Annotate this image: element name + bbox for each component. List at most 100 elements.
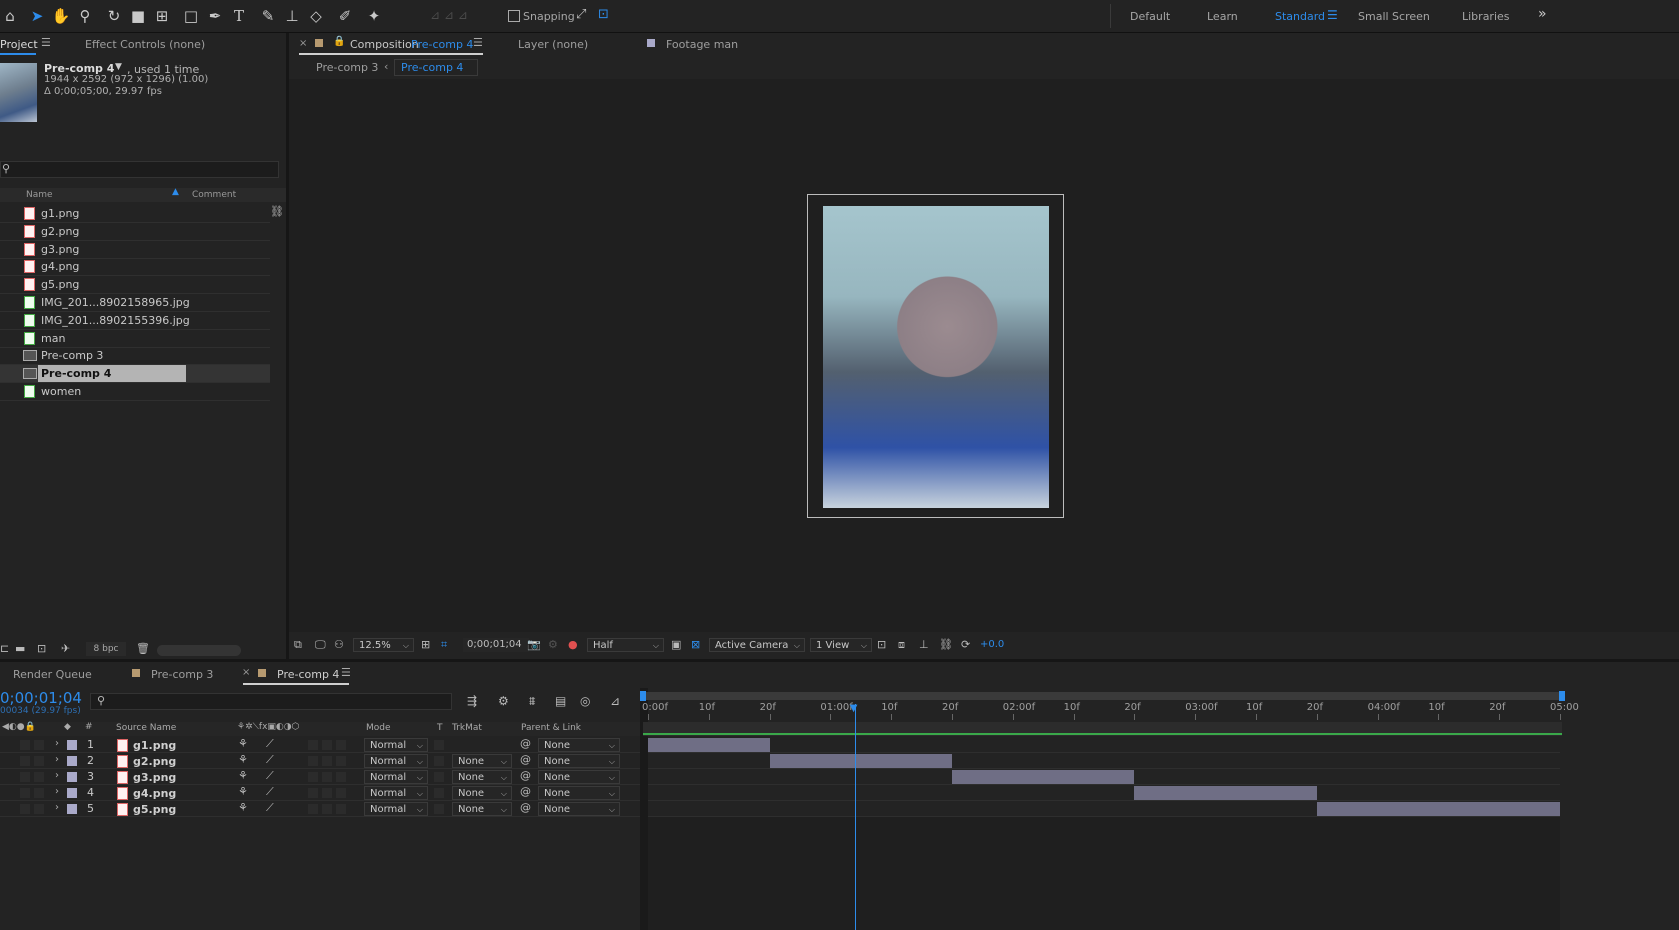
channel-icon[interactable]: ● xyxy=(568,638,578,651)
trash-icon[interactable]: 🗑 xyxy=(136,642,150,655)
monitor-icon[interactable]: 🖵 xyxy=(315,638,326,652)
layer-duration-bar[interactable] xyxy=(1316,802,1560,816)
hand-tool-icon[interactable]: ✋ xyxy=(51,6,71,26)
solo-switch[interactable] xyxy=(34,804,44,814)
layer-name[interactable]: g4.png xyxy=(133,787,176,800)
timeline-search-input[interactable]: ⚲ xyxy=(90,693,452,710)
work-area-bar[interactable] xyxy=(643,722,1562,736)
more-workspaces-icon[interactable]: » xyxy=(1538,6,1547,22)
project-menu-icon[interactable]: ☰ xyxy=(41,36,51,49)
preserve-transparency-switch[interactable] xyxy=(434,788,444,798)
adjustment-switch[interactable] xyxy=(322,804,332,814)
layer-name[interactable]: g3.png xyxy=(133,771,176,784)
shy-switch-icon[interactable]: ⚘ xyxy=(238,753,248,766)
layer-duration-bar[interactable] xyxy=(769,754,952,768)
parent-dropdown[interactable]: None ⌵ xyxy=(538,754,620,768)
fast-previews-icon[interactable]: ⧈ xyxy=(898,638,905,652)
close-timeline-tab-icon[interactable]: × xyxy=(242,667,250,678)
table-row[interactable]: › 3 g3.png ⚘ ⟋ Normal ⌵ None ⌵ @ None ⌵ xyxy=(0,769,640,785)
solo-switch[interactable] xyxy=(34,740,44,750)
view-layout-dropdown[interactable]: 1 View ⌵ xyxy=(810,638,872,652)
solo-switch[interactable] xyxy=(34,772,44,782)
parent-dropdown[interactable]: None ⌵ xyxy=(538,738,620,752)
adjustment-switch[interactable] xyxy=(322,772,332,782)
resolution-dropdown[interactable]: Half ⌵ xyxy=(587,638,664,652)
pan-behind-tool-icon[interactable]: ⊞ xyxy=(152,6,172,26)
shy-switch-icon[interactable]: ⚘ xyxy=(238,769,248,782)
column-comment[interactable]: Comment xyxy=(192,190,236,200)
layer-name[interactable]: g1.png xyxy=(133,739,176,752)
trkmat-dropdown[interactable]: None ⌵ xyxy=(452,754,512,768)
layer-mode-dropdown[interactable]: Normal ⌵ xyxy=(364,754,428,768)
comp-viewer[interactable] xyxy=(289,79,1679,632)
time-navigator[interactable] xyxy=(640,691,1565,701)
layer-name[interactable]: g2.png xyxy=(133,755,176,768)
source-name-column[interactable]: Source Name xyxy=(116,723,176,733)
home-icon[interactable]: ⌂ xyxy=(0,6,20,26)
playhead-handle-icon[interactable]: ▼ xyxy=(850,704,858,714)
layer-mode-dropdown[interactable]: Normal ⌵ xyxy=(364,786,428,800)
selection-tool-icon[interactable]: ➤ xyxy=(27,6,47,26)
table-row[interactable]: › 5 g5.png ⚘ ⟋ Normal ⌵ None ⌵ @ None ⌵ xyxy=(0,801,640,817)
layer-label-color[interactable] xyxy=(67,740,77,750)
quality-switch-icon[interactable]: ⟋ xyxy=(266,737,274,751)
navigator-end-handle[interactable] xyxy=(1559,691,1565,701)
list-item[interactable]: man xyxy=(0,330,270,348)
timeline-current-time[interactable]: 0;00;01;04 xyxy=(0,689,82,707)
solo-switch[interactable] xyxy=(34,788,44,798)
expand-layer-icon[interactable]: › xyxy=(55,754,59,765)
flowchart-view-icon[interactable]: ⛓ xyxy=(939,638,953,651)
layer-name[interactable]: g5.png xyxy=(133,803,176,816)
fit-icon[interactable]: ⊞ xyxy=(421,638,430,651)
adjust-project-icon[interactable]: ✈ xyxy=(61,642,70,655)
workspace-menu-icon[interactable]: ☰ xyxy=(1327,8,1338,22)
new-folder-icon[interactable]: ▬ xyxy=(15,642,25,655)
thumbnail-zoom-slider[interactable] xyxy=(157,645,241,656)
table-row[interactable]: › 2 g2.png ⚘ ⟋ Normal ⌵ None ⌵ @ None ⌵ xyxy=(0,753,640,769)
tab-render-queue[interactable]: Render Queue xyxy=(13,668,92,681)
motion-blur-switch[interactable] xyxy=(308,756,318,766)
puppet-pin-tool-icon[interactable]: ✦ xyxy=(364,6,384,26)
adjustment-switch[interactable] xyxy=(322,788,332,798)
show-snapshot-icon[interactable]: ⚙ xyxy=(548,638,558,651)
mode-column[interactable]: Mode xyxy=(366,723,391,733)
list-item[interactable]: IMG_201...8902158965.jpg xyxy=(0,294,270,312)
3d-switch[interactable] xyxy=(336,788,346,798)
comp-mini-flowchart-icon[interactable]: ⇶ xyxy=(467,694,477,708)
pick-whip-icon[interactable]: @ xyxy=(520,737,531,750)
video-switch[interactable] xyxy=(20,788,30,798)
video-switch[interactable] xyxy=(20,756,30,766)
snap-feature-icon[interactable]: ⤢ xyxy=(576,7,586,22)
rectangle-tool-icon[interactable]: □ xyxy=(181,6,201,26)
tab-composition-label[interactable]: Composition xyxy=(350,38,419,51)
clone-stamp-tool-icon[interactable]: ⊥ xyxy=(282,6,302,26)
list-item[interactable]: women xyxy=(0,383,270,401)
video-switch[interactable] xyxy=(20,804,30,814)
motion-blur-switch[interactable] xyxy=(308,788,318,798)
mask-visibility-icon[interactable]: ⚇ xyxy=(334,638,344,651)
project-search-input[interactable]: ⚲ xyxy=(0,161,279,178)
3d-switch[interactable] xyxy=(336,804,346,814)
tab-footage[interactable]: Footage man xyxy=(666,38,738,51)
pick-whip-icon[interactable]: @ xyxy=(520,785,531,798)
column-name[interactable]: Name xyxy=(26,190,53,200)
new-composition-icon[interactable]: ⊡ xyxy=(37,642,46,655)
rotate-tool-icon[interactable]: ↻ xyxy=(104,6,124,26)
shy-switch-icon[interactable]: ⚘ xyxy=(238,785,248,798)
video-switch[interactable] xyxy=(20,772,30,782)
motion-blur-switch[interactable] xyxy=(308,772,318,782)
3d-switch[interactable] xyxy=(336,772,346,782)
expand-layer-icon[interactable]: › xyxy=(55,786,59,797)
timeline-menu-icon[interactable]: ☰ xyxy=(341,666,351,679)
parent-dropdown[interactable]: None ⌵ xyxy=(538,770,620,784)
lock-icon[interactable]: 🔒 xyxy=(333,36,345,47)
layer-duration-bar[interactable] xyxy=(1134,786,1317,800)
table-row[interactable]: › 1 g1.png ⚘ ⟋ Normal ⌵ @ None ⌵ xyxy=(0,737,640,753)
draft-3d-icon[interactable]: ⚙ xyxy=(498,694,509,708)
expand-layer-icon[interactable]: › xyxy=(55,770,59,781)
3d-switch[interactable] xyxy=(336,756,346,766)
type-tool-icon[interactable]: T xyxy=(229,6,249,26)
trkmat-dropdown[interactable]: None ⌵ xyxy=(452,786,512,800)
interpret-footage-icon[interactable]: ⊏ xyxy=(0,642,9,655)
workspace-default[interactable]: Default xyxy=(1130,10,1170,23)
